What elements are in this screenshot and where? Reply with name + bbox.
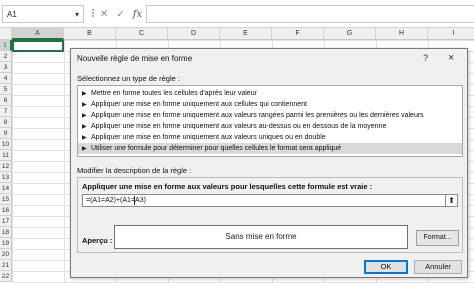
name-box-value: A1 [7, 10, 17, 19]
rule-type-item[interactable]: ▶ Mettre en forme toutes les cellules d'a… [78, 88, 462, 99]
row-header-14[interactable]: 14 [0, 183, 12, 194]
collapse-dialog-icon[interactable]: ⬆ [445, 194, 458, 207]
text-cursor-icon [134, 196, 135, 205]
rule-type-item[interactable]: ▶ Appliquer une mise en forme uniquement … [78, 132, 462, 143]
rule-type-label: Appliquer une mise en forme uniquement a… [91, 134, 326, 141]
rule-description-panel: Appliquer une mise en forme aux valeurs … [77, 177, 463, 253]
row-header-3[interactable]: 3 [0, 62, 12, 73]
row-header-16[interactable]: 16 [0, 205, 12, 216]
triangle-right-icon: ▶ [82, 113, 87, 119]
row-header-17[interactable]: 17 [0, 216, 12, 227]
column-header-b[interactable]: B [64, 28, 116, 40]
formula-field-value: =(A1=A2)+(A1=A3) [86, 197, 146, 204]
select-rule-type-label: Sélectionnez un type de règle : [77, 74, 180, 83]
help-icon[interactable]: ? [423, 53, 428, 63]
row-header-12[interactable]: 12 [0, 161, 12, 172]
dialog-title: Nouvelle règle de mise en forme [77, 54, 193, 63]
triangle-right-icon: ▶ [82, 146, 87, 152]
row-header-22[interactable]: 22 [0, 271, 12, 282]
rule-type-item[interactable]: ▶ Appliquer une mise en forme uniquement … [78, 121, 462, 132]
row-header-11[interactable]: 11 [0, 150, 12, 161]
formula-bar: A1 ▾ ✕ ✓ fx [0, 0, 474, 28]
row-header-19[interactable]: 19 [0, 238, 12, 249]
check-icon[interactable]: ✓ [116, 9, 124, 20]
column-header-g[interactable]: G [324, 28, 376, 40]
rule-type-item[interactable]: ▶ Appliquer une mise en forme uniquement … [78, 110, 462, 121]
rule-type-label: Appliquer une mise en forme uniquement a… [91, 101, 307, 108]
rule-type-item[interactable]: ▶ Appliquer une mise en forme uniquement … [78, 99, 462, 110]
row-header-8[interactable]: 8 [0, 117, 12, 128]
row-header-1[interactable]: 1 [0, 40, 12, 51]
row-header-4[interactable]: 4 [0, 73, 12, 84]
rule-type-list[interactable]: ▶ Mettre en forme toutes les cellules d'a… [77, 85, 463, 157]
formula-field[interactable]: =(A1=A2)+(A1=A3) ⬆ [82, 194, 458, 207]
rule-type-item[interactable]: ▶ Utiliser une formule pour déterminer po… [78, 143, 462, 154]
cancel-button[interactable]: Annuler [414, 260, 462, 274]
row-header-6[interactable]: 6 [0, 95, 12, 106]
row-header-2[interactable]: 2 [0, 51, 12, 62]
formula-bar-icons: ✕ ✓ fx [100, 5, 142, 23]
row-header-7[interactable]: 7 [0, 106, 12, 117]
column-header-i[interactable]: I [428, 28, 474, 40]
row-header-9[interactable]: 9 [0, 128, 12, 139]
ok-button[interactable]: OK [364, 260, 408, 274]
active-cell[interactable] [12, 40, 64, 52]
row-header-10[interactable]: 10 [0, 139, 12, 150]
row-header-18[interactable]: 18 [0, 227, 12, 238]
column-header-f[interactable]: F [272, 28, 324, 40]
grip-icon [90, 8, 96, 20]
new-formatting-rule-dialog: Nouvelle règle de mise en forme ? × Séle… [70, 48, 468, 278]
rule-type-label: Appliquer une mise en forme uniquement a… [91, 123, 387, 130]
triangle-right-icon: ▶ [82, 124, 87, 130]
chevron-down-icon[interactable]: ▾ [75, 10, 79, 19]
preview-label: Aperçu : [82, 236, 113, 245]
edit-description-label: Modifier la description de la règle : [77, 166, 192, 175]
preview-box: Sans mise en forme [114, 225, 408, 249]
function-icon[interactable]: fx [133, 9, 142, 20]
x-icon[interactable]: ✕ [100, 9, 108, 20]
formula-input[interactable] [146, 5, 474, 23]
column-header-h[interactable]: H [376, 28, 428, 40]
rule-type-label: Mettre en forme toutes les cellules d'ap… [91, 90, 257, 97]
triangle-right-icon: ▶ [82, 135, 87, 141]
row-header-13[interactable]: 13 [0, 172, 12, 183]
close-icon[interactable]: × [448, 52, 454, 64]
name-box[interactable]: A1 ▾ [2, 5, 84, 23]
column-header-c[interactable]: C [116, 28, 168, 40]
format-button[interactable]: Format... [416, 230, 459, 246]
column-header-e[interactable]: E [220, 28, 272, 40]
row-header-20[interactable]: 20 [0, 249, 12, 260]
rule-type-label: Utiliser une formule pour déterminer pou… [91, 145, 342, 152]
row-header-21[interactable]: 21 [0, 260, 12, 271]
rule-type-label: Appliquer une mise en forme uniquement a… [91, 112, 424, 119]
triangle-right-icon: ▶ [82, 102, 87, 108]
row-header-15[interactable]: 15 [0, 194, 12, 205]
formula-label: Appliquer une mise en forme aux valeurs … [82, 182, 373, 191]
column-header-a[interactable]: A [12, 28, 64, 40]
select-all-corner[interactable] [0, 28, 12, 40]
triangle-right-icon: ▶ [82, 91, 87, 97]
row-header-5[interactable]: 5 [0, 84, 12, 95]
column-header-d[interactable]: D [168, 28, 220, 40]
